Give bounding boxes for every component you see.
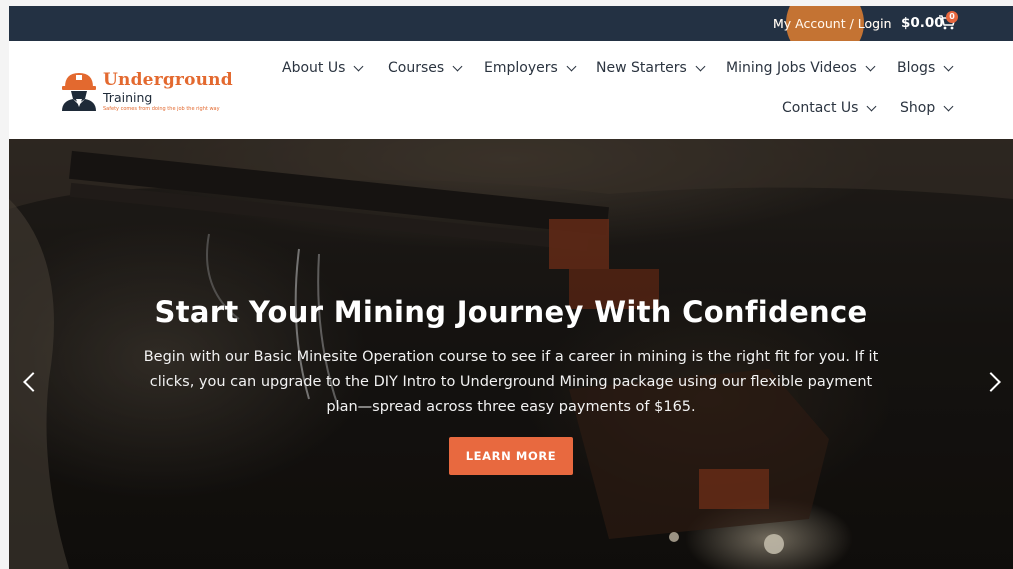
web-page: My Account / Login $0.00 0 My Account / …: [9, 6, 1013, 569]
chevron-down-icon: [566, 61, 577, 71]
hero-description: Begin with our Basic Minesite Operation …: [143, 349, 879, 415]
site-header: Underground Training Safety comes from d…: [9, 41, 1013, 139]
nav-courses[interactable]: Courses: [388, 60, 463, 76]
nav-label: Mining Jobs Videos: [726, 60, 857, 76]
nav-label: Employers: [484, 60, 558, 76]
miner-helmet-logo-icon: [62, 73, 96, 111]
hero-title: Start Your Mining Journey With Confidenc…: [154, 295, 868, 329]
chevron-down-icon: [943, 101, 954, 111]
nav-label: Blogs: [897, 60, 936, 76]
nav-label: Shop: [900, 100, 936, 116]
chevron-down-icon: [943, 61, 954, 71]
nav-about-us[interactable]: About Us: [282, 60, 364, 76]
site-logo[interactable]: Underground Training Safety comes from d…: [59, 69, 233, 115]
account-login-link[interactable]: My Account / Login: [773, 16, 892, 31]
chevron-down-icon: [865, 61, 876, 71]
logo-title: Underground: [103, 70, 233, 90]
chevron-down-icon: [867, 101, 877, 111]
chevron-down-icon: [695, 61, 706, 71]
top-bar: My Account / Login $0.00 0: [9, 6, 1013, 41]
nav-employers[interactable]: Employers: [484, 60, 577, 76]
nav-label: Courses: [388, 60, 445, 76]
nav-mining-jobs-videos[interactable]: Mining Jobs Videos: [726, 60, 876, 76]
screenshot-frame: My Account / Login $0.00 0 My Account / …: [0, 0, 1013, 569]
nav-blogs[interactable]: Blogs: [897, 60, 954, 76]
nav-label: About Us: [282, 60, 346, 76]
learn-more-button[interactable]: LEARN MORE: [449, 437, 573, 475]
nav-new-starters[interactable]: New Starters: [596, 60, 706, 76]
nav-contact-us[interactable]: Contact Us: [782, 100, 877, 116]
logo-tagline: Safety comes from doing the job the righ…: [103, 106, 220, 112]
nav-label: Contact Us: [782, 100, 859, 116]
logo-subtitle: Training: [103, 90, 153, 105]
chevron-down-icon: [353, 61, 364, 71]
hero-slider: Start Your Mining Journey With Confidenc…: [9, 139, 1013, 569]
nav-label: New Starters: [596, 60, 687, 76]
chevron-down-icon: [452, 61, 463, 71]
nav-shop[interactable]: Shop: [900, 100, 954, 116]
cart-count-badge: 0: [946, 11, 958, 23]
